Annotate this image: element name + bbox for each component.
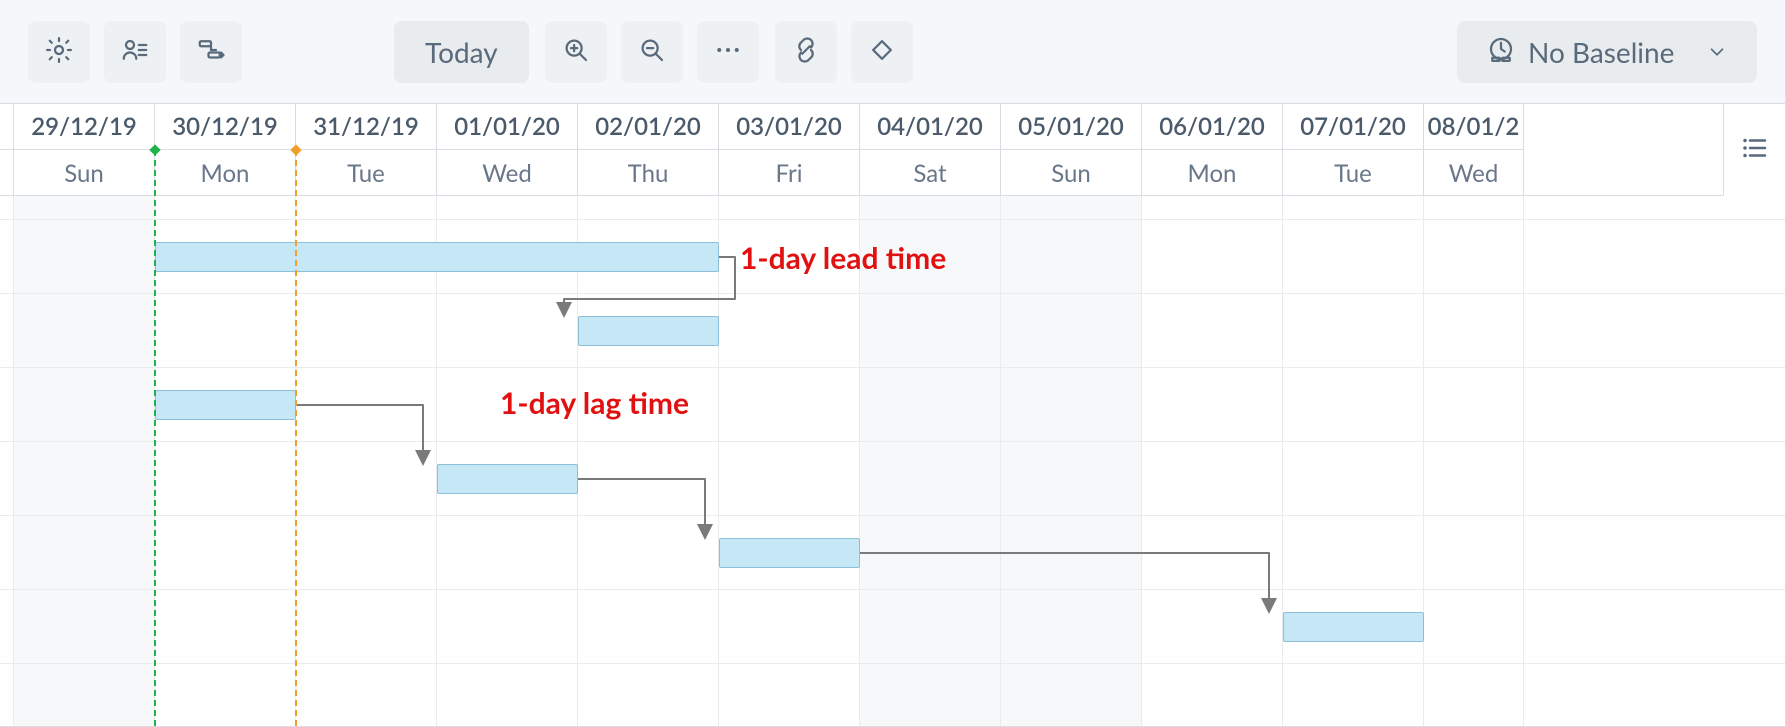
weekday-header: Fri [719,150,860,196]
date-header: 31/12/19 [296,104,437,150]
zoom-out-button[interactable] [621,21,683,83]
task-bar[interactable] [719,538,860,568]
date-header: 01/01/20 [437,104,578,150]
baseline-dropdown[interactable]: No Baseline [1457,21,1757,83]
gantt-grid[interactable]: 1-day lead time 1-day lag time [0,196,1785,727]
weekday-header: Sun [14,150,155,196]
zoom-in-icon [561,35,591,69]
date-header: 06/01/20 [1142,104,1283,150]
date-header: 30/12/19 [155,104,296,150]
diamond-icon [867,35,897,69]
auto-schedule-button[interactable] [180,21,242,83]
weekday-header: Thu [578,150,719,196]
chevron-down-icon [1706,35,1728,69]
weekday-header: Sun [1001,150,1142,196]
baseline-icon [1486,34,1516,70]
gantt-app: Today [0,0,1786,727]
task-bar[interactable] [1283,612,1424,642]
list-icon [1740,133,1770,167]
weekday-header: Mon [1142,150,1283,196]
task-bar[interactable] [437,464,578,494]
weekday-header: Tue [296,150,437,196]
link-icon [791,35,821,69]
green-date-marker[interactable] [154,150,156,726]
weekday-header: Sat [860,150,1001,196]
user-list-icon [120,35,150,69]
task-bar[interactable] [578,316,719,346]
annotation-text: 1-day lag time [500,385,689,421]
date-header: 05/01/20 [1001,104,1142,150]
date-header: 03/01/20 [719,104,860,150]
link-button[interactable] [775,21,837,83]
weekday-header: Wed [437,150,578,196]
toolbar: Today [0,0,1785,104]
tasks-flow-icon [196,35,226,69]
orange-marker-icon [288,142,304,158]
green-marker-icon [147,142,163,158]
today-label: Today [425,35,498,69]
zoom-out-icon [637,35,667,69]
orange-date-marker[interactable] [295,150,297,726]
task-bar[interactable] [155,390,296,420]
annotation-text: 1-day lead time [740,240,946,276]
settings-button[interactable] [28,21,90,83]
resources-button[interactable] [104,21,166,83]
weekday-header: Wed [1424,150,1524,196]
date-header: 29/12/19 [14,104,155,150]
date-header: 04/01/20 [860,104,1001,150]
today-button[interactable]: Today [394,21,529,83]
zoom-in-button[interactable] [545,21,607,83]
weekday-header: Tue [1283,150,1424,196]
task-bar[interactable] [155,242,719,272]
milestone-button[interactable] [851,21,913,83]
more-button[interactable] [697,21,759,83]
gear-icon [44,35,74,69]
date-header: 07/01/20 [1283,104,1424,150]
baseline-label: No Baseline [1528,35,1674,69]
weekday-header: Mon [155,150,296,196]
timeline-header: 29/12/1930/12/1931/12/1901/01/2002/01/20… [0,104,1785,196]
date-header: 08/01/2 [1424,104,1524,150]
legend-button[interactable] [1723,104,1785,196]
date-header: 02/01/20 [578,104,719,150]
ellipsis-icon [713,35,743,69]
